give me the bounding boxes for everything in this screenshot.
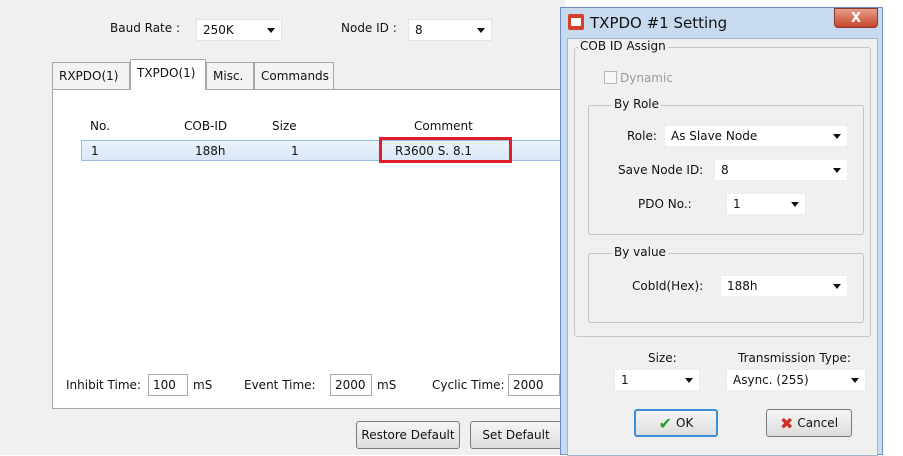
chevron-down-icon [791, 201, 799, 207]
close-icon[interactable]: X [834, 8, 878, 28]
column-header-cob-id[interactable]: COB-ID [184, 119, 227, 133]
chevron-down-icon [685, 377, 693, 383]
dialog-title: TXPDO #1 Setting [590, 14, 728, 32]
chevron-down-icon [477, 27, 485, 33]
role-select[interactable]: As Slave Node [664, 125, 848, 147]
cyclic-time-label: Cyclic Time: [432, 378, 505, 392]
cyclic-time-input[interactable]: 2000 [508, 374, 560, 396]
inhibit-time-unit: mS [193, 378, 213, 392]
cobid-hex-select[interactable]: 188h [720, 275, 848, 297]
transmission-type-label: Transmission Type: [738, 351, 851, 365]
size-select[interactable]: 1 [614, 369, 700, 391]
dynamic-label: Dynamic [620, 71, 673, 85]
by-role-label: By Role [612, 97, 662, 111]
tab-commands[interactable]: Commands [254, 62, 334, 90]
main-window: Baud Rate : 250K Node ID : 8 RXPDO(1) TX… [0, 0, 565, 455]
chevron-down-icon [833, 167, 841, 173]
slave-node-id-value: 8 [721, 163, 729, 177]
pdo-no-value: 1 [733, 197, 741, 211]
cancel-button[interactable]: ✖ Cancel [766, 409, 852, 437]
cobid-hex-label: CobId(Hex): [632, 279, 704, 293]
set-default-button[interactable]: Set Default [470, 421, 562, 449]
app-icon [568, 14, 584, 30]
tab-rxpdo[interactable]: RXPDO(1) [52, 62, 130, 90]
ok-label: OK [676, 416, 694, 430]
cell-no: 1 [91, 144, 99, 158]
slave-node-id-select[interactable]: 8 [714, 159, 848, 181]
node-id-select[interactable]: 8 [408, 19, 492, 41]
column-header-size[interactable]: Size [272, 119, 297, 133]
inhibit-time-label: Inhibit Time: [66, 378, 141, 392]
restore-default-button[interactable]: Restore Default [356, 421, 460, 449]
size-value: 1 [621, 373, 629, 387]
chevron-down-icon [833, 283, 841, 289]
pdo-no-label: PDO No.: [638, 197, 692, 211]
cancel-x-icon: ✖ [779, 413, 794, 433]
chevron-down-icon [851, 377, 859, 383]
cell-cob-id: 188h [195, 144, 226, 158]
event-time-input[interactable]: 2000 [330, 374, 372, 396]
cell-size: 1 [291, 144, 299, 158]
role-value: As Slave Node [671, 129, 758, 143]
role-label: Role: [627, 129, 657, 143]
tab-txpdo[interactable]: TXPDO(1) [130, 59, 206, 90]
cob-id-assign-label: COB ID Assign [578, 39, 668, 53]
column-header-comment[interactable]: Comment [414, 119, 473, 133]
cancel-label: Cancel [797, 416, 839, 430]
dynamic-checkbox[interactable] [604, 71, 617, 84]
by-value-label: By value [612, 245, 668, 259]
transmission-type-value: Async. (255) [733, 373, 809, 387]
column-header-no[interactable]: No. [90, 119, 110, 133]
transmission-type-select[interactable]: Async. (255) [726, 369, 866, 391]
slave-node-id-label: Save Node ID: [618, 163, 704, 177]
inhibit-time-input[interactable]: 100 [148, 374, 188, 396]
event-time-unit: mS [377, 378, 397, 392]
ok-button[interactable]: ✔ OK [634, 409, 718, 437]
pdo-no-select[interactable]: 1 [726, 193, 806, 215]
baud-rate-value: 250K [203, 23, 234, 37]
baud-rate-label: Baud Rate : [110, 21, 180, 35]
baud-rate-select[interactable]: 250K [196, 19, 282, 41]
highlight-box [379, 137, 512, 163]
txpdo-setting-dialog: TXPDO #1 Setting X COB ID Assign Dynamic… [560, 7, 883, 456]
chevron-down-icon [833, 133, 841, 139]
node-id-value: 8 [415, 23, 423, 37]
node-id-label: Node ID : [341, 21, 397, 35]
tab-misc[interactable]: Misc. [206, 62, 254, 90]
event-time-label: Event Time: [244, 378, 316, 392]
dialog-titlebar[interactable]: TXPDO #1 Setting X [561, 8, 882, 36]
cobid-hex-value: 188h [727, 279, 758, 293]
checkmark-icon: ✔ [658, 413, 673, 433]
dialog-body: COB ID Assign Dynamic By Role Role: As S… [567, 38, 878, 456]
size-label: Size: [648, 351, 677, 365]
chevron-down-icon [267, 27, 275, 33]
